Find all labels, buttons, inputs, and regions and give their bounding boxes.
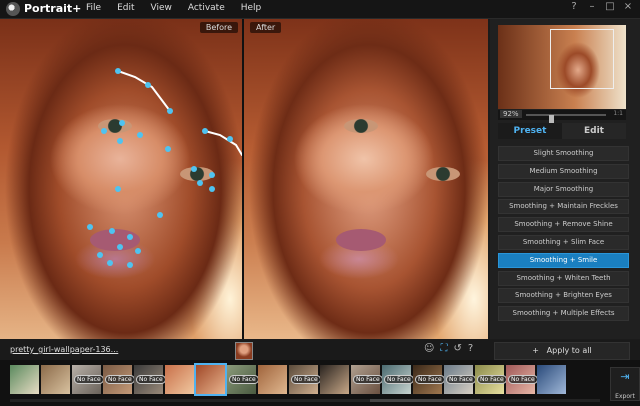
- face-mark-icon[interactable]: ☺: [424, 343, 434, 354]
- preset-item[interactable]: Smoothing + Smile: [498, 252, 629, 268]
- no-face-badge: No Face: [477, 375, 507, 384]
- photo-thumbnail[interactable]: No Face: [413, 365, 445, 394]
- photo-thumbnail[interactable]: No Face: [351, 365, 383, 394]
- preset-item[interactable]: Smoothing + Slim Face: [498, 234, 629, 250]
- window-controls: ? – □ ×: [568, 1, 634, 12]
- right-eye: [426, 167, 460, 181]
- file-bar: pretty_girl-wallpaper-136... ☺ ⛶ ↺ ? + A…: [0, 340, 640, 360]
- tab-preset[interactable]: Preset: [498, 123, 562, 139]
- face-landmarks[interactable]: [0, 19, 242, 339]
- lips: [336, 229, 386, 251]
- navigator-viewport[interactable]: [550, 29, 614, 89]
- photo-thumbnail[interactable]: No Face: [103, 365, 135, 394]
- photo-thumbnail[interactable]: No Face: [289, 365, 321, 394]
- preset-item[interactable]: Smoothing + Whiten Teeth: [498, 270, 629, 286]
- thumbnail-list: No Face No Face No Face No Face No Face No Fa…: [10, 363, 566, 396]
- before-photo[interactable]: Before: [0, 19, 242, 339]
- right-panel: 92% 1:1 Preset Edit Slight Smoothing Medi…: [490, 19, 640, 339]
- preset-item[interactable]: Smoothing + Brighten Eyes: [498, 288, 629, 304]
- preset-item[interactable]: Smoothing + Multiple Effects: [498, 306, 629, 322]
- after-label: After: [250, 22, 282, 33]
- help-icon[interactable]: ?: [468, 343, 473, 354]
- close-button[interactable]: ×: [622, 1, 634, 12]
- strip-scrollbar-thumb[interactable]: [370, 399, 480, 402]
- photo-thumbnail[interactable]: No Face: [475, 365, 507, 394]
- reset-icon[interactable]: ↺: [453, 343, 461, 354]
- photo-thumbnail[interactable]: No Face: [444, 365, 476, 394]
- no-face-badge: No Face: [291, 375, 321, 384]
- photo-thumbnail[interactable]: No Face: [382, 365, 414, 394]
- zoom-slider[interactable]: [526, 114, 606, 123]
- after-photo[interactable]: After: [244, 19, 488, 339]
- photo-thumbnail[interactable]: [194, 363, 227, 396]
- preset-item[interactable]: Major Smoothing: [498, 181, 629, 197]
- maximize-button[interactable]: □: [604, 1, 616, 12]
- menu-file[interactable]: File: [86, 3, 101, 13]
- help-window-button[interactable]: ?: [568, 1, 580, 12]
- photo-thumbnail[interactable]: [10, 365, 39, 394]
- no-face-badge: No Face: [415, 375, 445, 384]
- minimize-button[interactable]: –: [586, 1, 598, 12]
- no-face-badge: No Face: [229, 375, 259, 384]
- preset-item[interactable]: Slight Smoothing: [498, 146, 629, 161]
- filename-link[interactable]: pretty_girl-wallpaper-136...: [10, 345, 118, 354]
- export-icon: ⇥: [620, 370, 630, 383]
- photo-thumbnail[interactable]: No Face: [72, 365, 104, 394]
- mode-tabs: Preset Edit: [498, 123, 626, 139]
- photo-thumbnail[interactable]: No Face: [227, 365, 259, 394]
- preset-item[interactable]: Smoothing + Remove Shine: [498, 217, 629, 233]
- photo-thumbnail[interactable]: [320, 365, 349, 394]
- menu-bar: File Edit View Activate Help: [86, 3, 277, 13]
- zoom-slider-handle[interactable]: [548, 115, 554, 123]
- export-label: Export: [615, 393, 635, 400]
- menu-help[interactable]: Help: [241, 3, 262, 13]
- menu-view[interactable]: View: [151, 3, 172, 13]
- toolbar: ☺ ⛶ ↺ ?: [424, 343, 473, 354]
- export-button[interactable]: ⇥ Export: [610, 367, 640, 401]
- preset-item[interactable]: Smoothing + Maintain Freckles: [498, 199, 629, 215]
- photo-thumbnail[interactable]: [537, 365, 566, 394]
- no-face-badge: No Face: [353, 375, 383, 384]
- navigator-thumbnail[interactable]: [498, 25, 626, 109]
- before-label: Before: [199, 22, 238, 33]
- app-title: Portrait+: [24, 2, 82, 15]
- no-face-badge: No Face: [74, 375, 104, 384]
- current-photo-thumbnail[interactable]: [235, 342, 253, 360]
- photo-thumbnail[interactable]: [41, 365, 70, 394]
- face-select-icon[interactable]: ⛶: [440, 343, 447, 354]
- zoom-bar: 92% 1:1: [498, 110, 626, 123]
- zoom-value[interactable]: 92%: [500, 110, 522, 118]
- preset-list: Slight Smoothing Medium Smoothing Major Sm…: [498, 146, 629, 324]
- apply-to-all-button[interactable]: + Apply to all: [494, 342, 630, 360]
- no-face-badge: No Face: [508, 375, 538, 384]
- menu-activate[interactable]: Activate: [188, 3, 225, 13]
- app-logo-icon: [6, 2, 20, 16]
- no-face-badge: No Face: [446, 375, 476, 384]
- apply-to-all-label: Apply to all: [546, 346, 592, 355]
- title-bar: Portrait+ File Edit View Activate Help ?…: [0, 0, 640, 19]
- photo-thumbnail[interactable]: No Face: [506, 365, 538, 394]
- zoom-fit-button[interactable]: 1:1: [613, 110, 623, 117]
- left-eye: [344, 119, 378, 133]
- photo-thumbnail[interactable]: No Face: [134, 365, 166, 394]
- no-face-badge: No Face: [136, 375, 166, 384]
- tab-edit[interactable]: Edit: [562, 123, 626, 139]
- menu-edit[interactable]: Edit: [117, 3, 134, 13]
- no-face-badge: No Face: [384, 375, 414, 384]
- photo-thumbnail[interactable]: [258, 365, 287, 394]
- no-face-badge: No Face: [105, 375, 135, 384]
- plus-icon: +: [532, 346, 539, 355]
- preset-item[interactable]: Medium Smoothing: [498, 163, 629, 179]
- thumbnail-strip: No Face No Face No Face No Face No Face No Fa…: [0, 360, 640, 406]
- strip-scrollbar[interactable]: [10, 399, 600, 402]
- photo-thumbnail[interactable]: [165, 365, 194, 394]
